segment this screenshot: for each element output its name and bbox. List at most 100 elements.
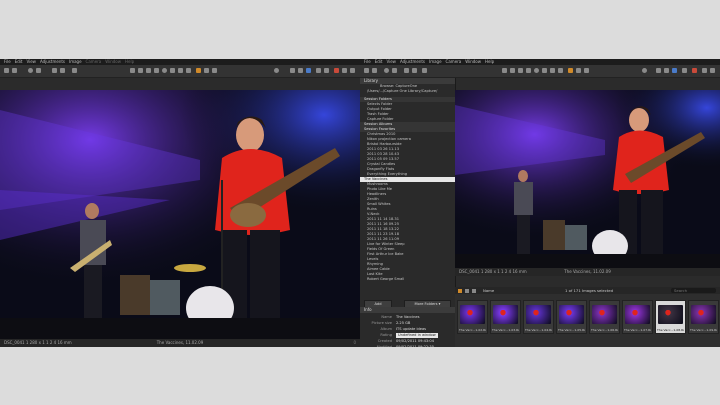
browser-toolbar: Name 1 of 171 Images selected Search: [455, 287, 720, 294]
brush-icon[interactable]: [186, 68, 191, 73]
browse-value[interactable]: CaptureOne: [395, 84, 417, 88]
proof-icon[interactable]: [298, 68, 303, 73]
thumbnail-image: [592, 305, 617, 324]
thumbnail[interactable]: The Vacc...1-07.RAF: [622, 300, 653, 334]
apply-adjustments-icon[interactable]: [584, 68, 589, 73]
grid-view-icon[interactable]: [290, 68, 295, 73]
rotate-tool-icon[interactable]: [518, 68, 523, 73]
reset-icon[interactable]: [422, 68, 427, 73]
menu-image[interactable]: Image: [429, 59, 442, 64]
crop-tool-icon[interactable]: [154, 68, 159, 73]
copy-adjustments-icon[interactable]: [204, 68, 209, 73]
menu-window[interactable]: Window: [105, 59, 121, 64]
menu-view[interactable]: View: [26, 59, 36, 64]
thumbnail[interactable]: The Vacc...1-06.RAF: [589, 300, 620, 334]
capture-icon[interactable]: [372, 68, 377, 73]
thumbnail-caption: The Vacc...1-09.RAF: [690, 328, 717, 332]
straighten-icon[interactable]: [162, 68, 167, 73]
preferences-icon[interactable]: [392, 68, 397, 73]
zoom-tool-icon[interactable]: [138, 68, 143, 73]
thumbnail-view-icon[interactable]: [458, 288, 462, 293]
exposure-warning-icon[interactable]: [274, 68, 279, 73]
color-picker-icon[interactable]: [568, 68, 573, 73]
color-picker-icon[interactable]: [196, 68, 201, 73]
library-buttons: Add More Folders ▾: [364, 300, 451, 308]
image-viewer[interactable]: [0, 90, 360, 339]
fullscreen-icon[interactable]: [702, 68, 707, 73]
thumbnail[interactable]: The Vacc...1-02.RAF: [457, 300, 488, 334]
copy-adjustments-icon[interactable]: [576, 68, 581, 73]
image-caption: The Vaccines, 11.02.09: [564, 269, 611, 274]
zoom-tool-icon[interactable]: [510, 68, 515, 73]
undo-icon[interactable]: [52, 68, 57, 73]
compare-icon[interactable]: [672, 68, 677, 73]
thumbnail-caption: The Vacc...1-03.RAF: [492, 328, 519, 332]
right-app-window: File Edit View Adjustments Image Camera Window…: [360, 59, 720, 347]
info-header[interactable]: Info: [360, 307, 455, 313]
rotate-tool-icon[interactable]: [146, 68, 151, 73]
menu-help[interactable]: Help: [125, 59, 134, 64]
hand-tool-icon[interactable]: [502, 68, 507, 73]
process-icon[interactable]: [28, 68, 33, 73]
concert-photo: [455, 90, 720, 268]
warning-icon[interactable]: [692, 68, 697, 73]
help-icon[interactable]: [710, 68, 715, 73]
thumbnail[interactable]: The Vacc...1-04.RAF: [523, 300, 554, 334]
menu-image[interactable]: Image: [69, 59, 82, 64]
thumbnail[interactable]: The Vacc...1-08.RAF: [655, 300, 686, 334]
guides-icon[interactable]: [324, 68, 329, 73]
spot-removal-icon[interactable]: [178, 68, 183, 73]
preferences-icon[interactable]: [36, 68, 41, 73]
menu-file[interactable]: File: [4, 59, 11, 64]
thumbnail-image: [625, 305, 650, 324]
proof-icon[interactable]: [664, 68, 669, 73]
menu-window[interactable]: Window: [465, 59, 481, 64]
menu-edit[interactable]: Edit: [15, 59, 23, 64]
redo-icon[interactable]: [412, 68, 417, 73]
focus-mask-icon[interactable]: [316, 68, 321, 73]
rating-select[interactable]: Undefined in window: [396, 332, 438, 338]
menu-adjustments[interactable]: Adjustments: [400, 59, 425, 64]
import-icon[interactable]: [364, 68, 369, 73]
brush-icon[interactable]: [558, 68, 563, 73]
search-field[interactable]: Search: [671, 288, 716, 293]
grid-view-icon[interactable]: [656, 68, 661, 73]
menu-help[interactable]: Help: [485, 59, 494, 64]
apply-adjustments-icon[interactable]: [212, 68, 217, 73]
menu-camera[interactable]: Camera: [446, 59, 462, 64]
thumbnail[interactable]: The Vacc...1-03.RAF: [490, 300, 521, 334]
fullscreen-icon[interactable]: [342, 68, 347, 73]
library-folder-item[interactable]: Robert George Small: [360, 277, 455, 282]
thumbnail[interactable]: The Vacc...1-09.RAF: [688, 300, 719, 334]
sort-dropdown[interactable]: Name: [483, 287, 494, 294]
reset-icon[interactable]: [72, 68, 77, 73]
hand-tool-icon[interactable]: [130, 68, 135, 73]
concert-photo: [0, 90, 360, 339]
help-icon[interactable]: [350, 68, 355, 73]
exposure-warning-icon[interactable]: [642, 68, 647, 73]
keystone-icon[interactable]: [170, 68, 175, 73]
undo-icon[interactable]: [404, 68, 409, 73]
keystone-icon[interactable]: [542, 68, 547, 73]
menu-file[interactable]: File: [364, 59, 371, 64]
thumbnail[interactable]: The Vacc...1-05.RAF: [556, 300, 587, 334]
redo-icon[interactable]: [60, 68, 65, 73]
list-view-icon[interactable]: [465, 288, 469, 293]
process-icon[interactable]: [384, 68, 389, 73]
image-caption: The Vaccines, 11.02.09: [156, 340, 204, 345]
menu-camera[interactable]: Camera: [86, 59, 102, 64]
menu-view[interactable]: View: [386, 59, 396, 64]
filmstrip-view-icon[interactable]: [472, 288, 476, 293]
image-viewer[interactable]: [455, 90, 720, 268]
straighten-icon[interactable]: [534, 68, 539, 73]
crop-tool-icon[interactable]: [526, 68, 531, 73]
capture-icon[interactable]: [12, 68, 17, 73]
thumbnail-image: [526, 305, 551, 324]
menu-edit[interactable]: Edit: [375, 59, 383, 64]
spot-removal-icon[interactable]: [550, 68, 555, 73]
focus-mask-icon[interactable]: [682, 68, 687, 73]
warning-icon[interactable]: [334, 68, 339, 73]
compare-icon[interactable]: [306, 68, 311, 73]
import-icon[interactable]: [4, 68, 9, 73]
menu-adjustments[interactable]: Adjustments: [40, 59, 65, 64]
